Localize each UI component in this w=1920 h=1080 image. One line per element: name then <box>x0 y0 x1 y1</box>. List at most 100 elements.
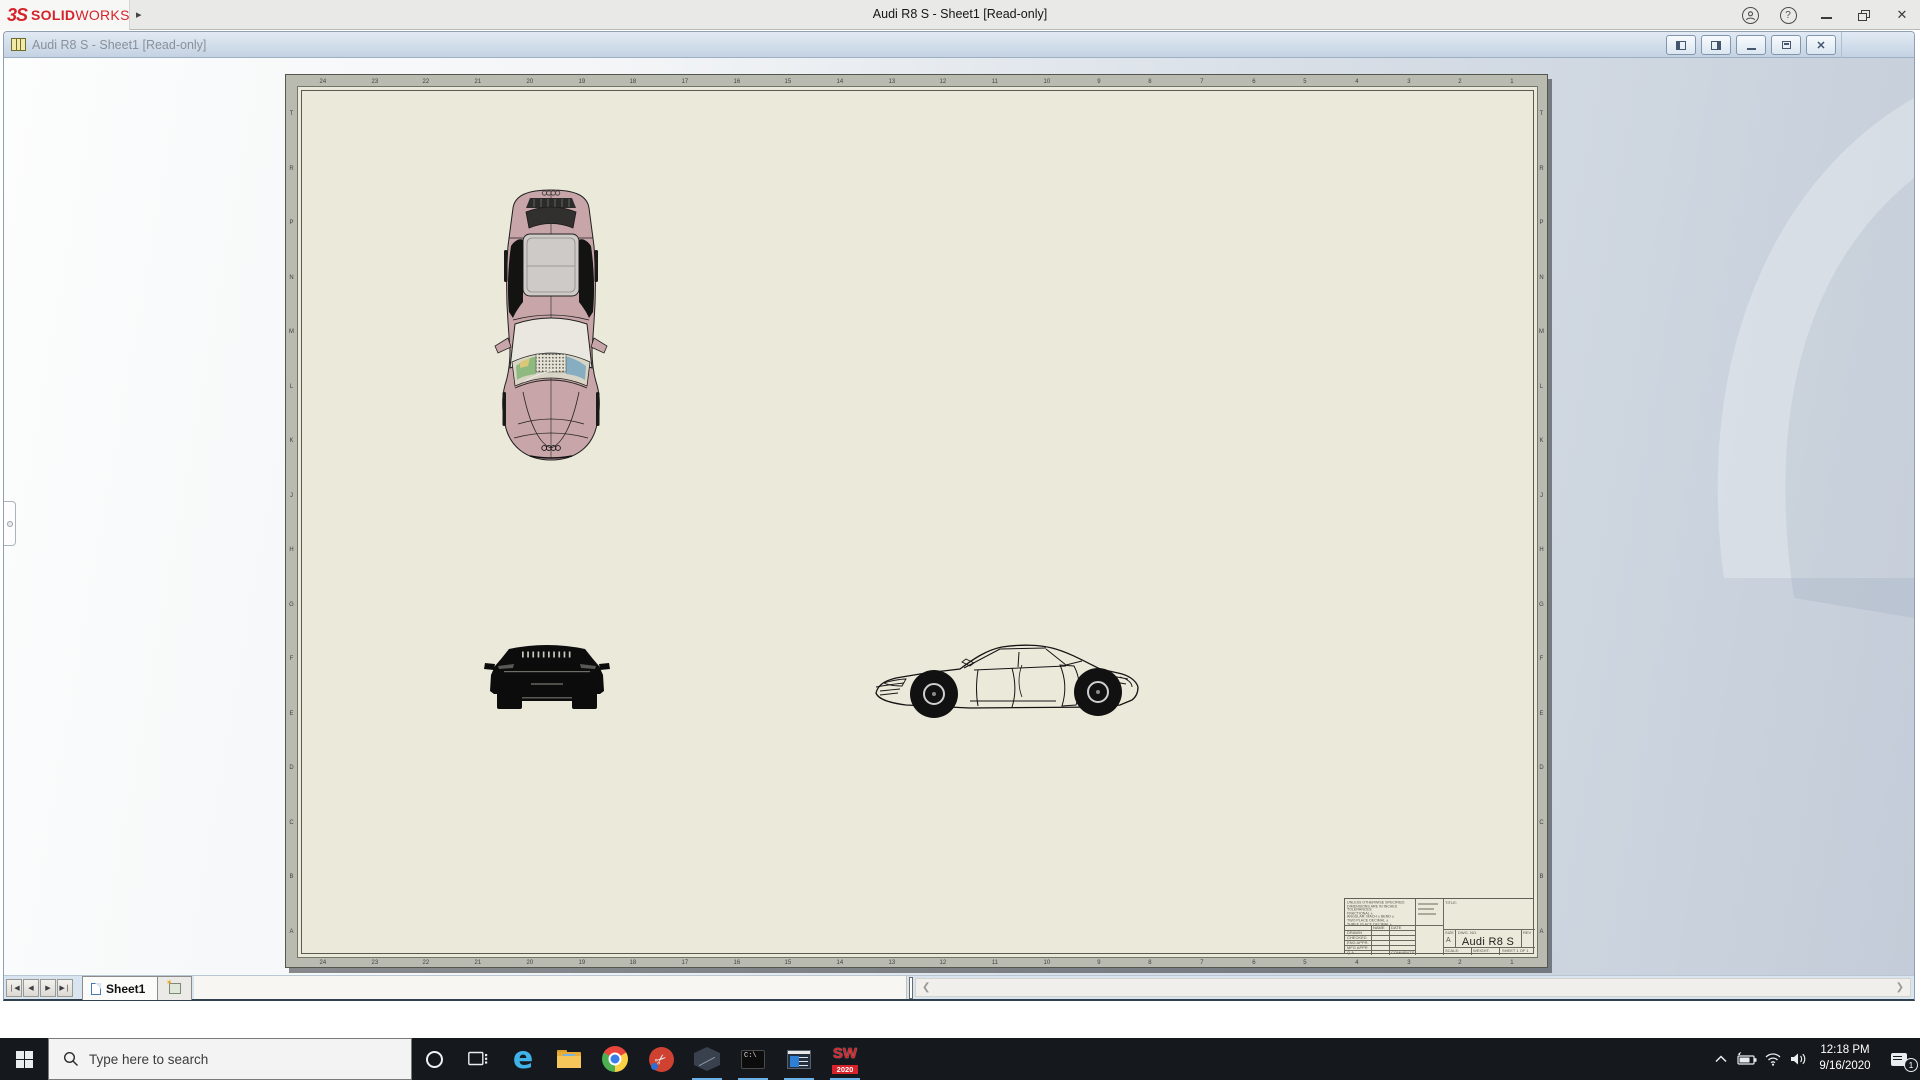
notification-badge: 1 <box>1904 1058 1918 1072</box>
drawing-view-top[interactable] <box>490 186 612 464</box>
app-titlebar: 3S SOLID WORKS ▸ Audi R8 S - Sheet1 [Rea… <box>0 0 1920 30</box>
zone-letter: R <box>288 150 295 186</box>
size-label: SIZE <box>1445 931 1454 935</box>
tray-expand-button[interactable] <box>1708 1038 1734 1080</box>
help-button[interactable]: ? <box>1776 3 1800 27</box>
battery-status[interactable] <box>1734 1038 1760 1080</box>
last-sheet-button[interactable]: ▶❘ <box>57 979 73 997</box>
zone-numbers-top: 242322212019181716151413121110987654321 <box>297 75 1538 86</box>
next-sheet-button[interactable]: ▶ <box>40 979 56 997</box>
zone-letter: B <box>1538 858 1545 894</box>
taskbar-edrawings[interactable] <box>684 1038 730 1080</box>
restore-button[interactable] <box>1852 3 1876 27</box>
taskbar-clock[interactable]: 12:18 PM 9/16/2020 <box>1812 1043 1878 1074</box>
sheet-tab-strip: ❘◀ ◀ ▶ ▶❘ Sheet1 ❮ ❯ <box>4 975 1914 999</box>
close-button[interactable]: ✕ <box>1890 3 1914 27</box>
tab-strip-empty-area <box>194 976 907 999</box>
task-view-icon <box>468 1051 488 1067</box>
zone-number: 24 <box>306 958 340 965</box>
zone-number: 20 <box>513 958 547 965</box>
zone-number: 15 <box>771 958 805 965</box>
dassault-3ds-logo-icon: 3S <box>7 5 27 26</box>
zone-number: 18 <box>616 77 650 84</box>
battery-icon <box>1736 1052 1758 1066</box>
edge-icon: e <box>513 1044 533 1074</box>
taskbar-solidworks[interactable]: SW 2020 <box>822 1038 868 1080</box>
horizontal-scrollbar[interactable]: ❮ ❯ <box>915 978 1911 997</box>
restore-icon <box>1858 10 1870 21</box>
show-feature-pane-button[interactable] <box>1666 35 1696 55</box>
title-block[interactable]: UNLESS OTHERWISE SPECIFIED: DIMENSIONS A… <box>1344 898 1534 954</box>
zone-number: 18 <box>616 958 650 965</box>
zone-letter: R <box>1538 150 1545 186</box>
first-sheet-button[interactable]: ❘◀ <box>6 979 22 997</box>
taskbar-snip-tool[interactable]: ✂ <box>638 1038 684 1080</box>
zone-number: 12 <box>926 77 960 84</box>
prev-sheet-button[interactable]: ◀ <box>23 979 39 997</box>
window-app-icon <box>787 1050 811 1069</box>
taskbar-file-explorer[interactable] <box>546 1038 592 1080</box>
zone-letter: C <box>1538 804 1545 840</box>
zone-letter: M <box>288 313 295 349</box>
doc-minimize-button[interactable] <box>1736 35 1766 55</box>
zone-letter: D <box>1538 749 1545 785</box>
zone-letter: E <box>288 695 295 731</box>
volume-status[interactable] <box>1786 1038 1812 1080</box>
taskbar-edge[interactable]: e <box>500 1038 546 1080</box>
document-titlebar[interactable]: Audi R8 S - Sheet1 [Read-only] ✕ <box>4 32 1914 58</box>
featuremanager-flyout-tab[interactable] <box>4 501 16 546</box>
add-sheet-tab[interactable] <box>158 976 192 1000</box>
zone-number: 16 <box>719 77 753 84</box>
show-task-pane-button[interactable] <box>1701 35 1731 55</box>
taskbar-search[interactable] <box>48 1038 412 1080</box>
taskbar: e ✂ C:\ SW 2020 <box>0 1038 1920 1080</box>
drawing-number-value: Audi R8 S <box>1457 936 1519 947</box>
graphics-viewport[interactable]: 242322212019181716151413121110987654321 … <box>4 58 1914 975</box>
action-center-button[interactable]: 1 <box>1878 1038 1920 1080</box>
taskbar-chrome[interactable] <box>592 1038 638 1080</box>
drawing-sheet[interactable]: 242322212019181716151413121110987654321 … <box>285 74 1548 968</box>
zone-number: 10 <box>1030 958 1064 965</box>
backdrop-swoosh <box>1514 58 1914 758</box>
scroll-right-icon[interactable]: ❯ <box>1890 982 1910 993</box>
scroll-left-icon[interactable]: ❮ <box>916 982 936 993</box>
doc-close-button[interactable]: ✕ <box>1806 35 1836 55</box>
menu-expand-arrow-icon[interactable]: ▸ <box>136 8 142 21</box>
tab-sheet1[interactable]: Sheet1 <box>82 976 158 1000</box>
titlebar-edge-divider <box>1841 32 1842 58</box>
doc-close-icon: ✕ <box>1816 39 1825 52</box>
task-view-button[interactable] <box>456 1038 500 1080</box>
network-status[interactable] <box>1760 1038 1786 1080</box>
taskbar-blue-window-app[interactable] <box>776 1038 822 1080</box>
taskbar-command-prompt[interactable]: C:\ <box>730 1038 776 1080</box>
windows-logo-icon <box>16 1051 33 1068</box>
zone-letter: N <box>288 259 295 295</box>
title-label: TITLE: <box>1445 901 1457 905</box>
pane-splitter-handle[interactable] <box>909 977 913 999</box>
zone-number: 11 <box>978 77 1012 84</box>
cortana-button[interactable] <box>412 1038 456 1080</box>
zone-letter: F <box>1538 640 1545 676</box>
app-window-controls: ? ✕ <box>1738 0 1914 30</box>
zone-number: 1 <box>1495 958 1529 965</box>
minimize-button[interactable] <box>1814 3 1838 27</box>
drawing-view-front[interactable] <box>484 635 610 719</box>
user-account-button[interactable] <box>1738 3 1762 27</box>
solidworks-menu-tab[interactable]: 3S SOLID WORKS <box>0 0 130 30</box>
document-title: Audi R8 S - Sheet1 [Read-only] <box>32 38 206 52</box>
drawing-view-side[interactable] <box>870 635 1154 721</box>
zone-number: 12 <box>926 958 960 965</box>
doc-restore-button[interactable] <box>1771 35 1801 55</box>
start-button[interactable] <box>0 1038 48 1080</box>
zone-number: 10 <box>1030 77 1064 84</box>
zone-number: 17 <box>668 77 702 84</box>
snip-tool-icon: ✂ <box>649 1047 674 1072</box>
zone-number: 3 <box>1392 958 1426 965</box>
search-input[interactable] <box>89 1052 369 1067</box>
zone-number: 22 <box>409 77 443 84</box>
zone-number: 4 <box>1340 958 1374 965</box>
zone-letter: N <box>1538 259 1545 295</box>
pane-right-icon <box>1711 41 1721 50</box>
doc-minimize-icon <box>1747 48 1756 50</box>
desktop-gap <box>0 1003 1920 1038</box>
